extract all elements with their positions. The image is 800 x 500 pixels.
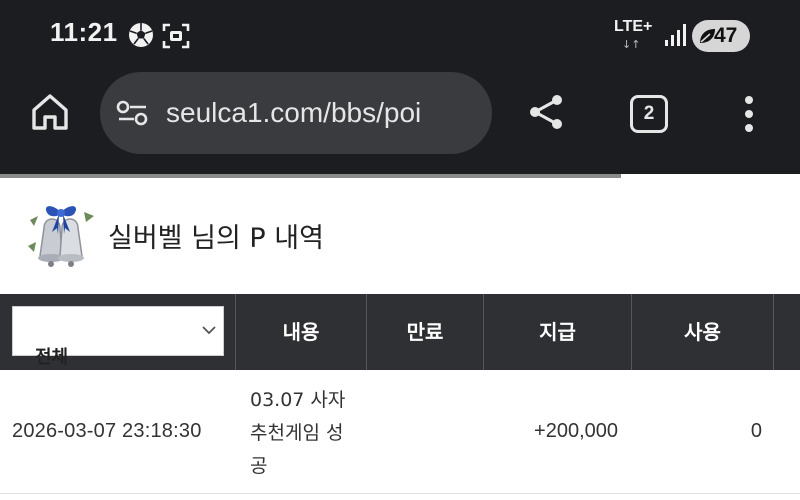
home-icon[interactable] — [28, 90, 72, 134]
filter-column: 전체 — [0, 294, 236, 370]
row-date: 2026-03-07 23:18:30 — [12, 420, 202, 442]
screen-capture-icon — [162, 23, 190, 49]
more-vert-icon[interactable] — [736, 92, 762, 136]
battery-level: 47 — [714, 24, 738, 47]
table-row: 2026-03-07 23:18:30 03.07 사자 추천게임 성공 +20… — [0, 370, 800, 494]
column-header-used: 사용 — [632, 294, 774, 370]
network-type: LTE+ — [614, 18, 653, 35]
row-content: 03.07 사자 추천게임 성공 — [250, 389, 346, 477]
site-settings-icon[interactable] — [116, 99, 150, 127]
chevron-down-icon — [202, 326, 216, 335]
filter-select[interactable]: 전체 — [12, 306, 224, 368]
tabs-icon[interactable]: 2 — [630, 95, 668, 133]
signal-icon — [665, 24, 686, 46]
share-icon[interactable] — [524, 90, 568, 134]
page-title: 실버벨 님의 P 내역 — [108, 223, 324, 254]
row-payment: +200,000 — [534, 420, 618, 442]
page-header: 실버벨 님의 P 내역 — [0, 178, 800, 294]
silver-bell-icon — [28, 206, 94, 267]
status-time: 11:21 — [50, 17, 118, 47]
soccer-ball-icon — [129, 23, 153, 47]
column-header-payment: 지급 — [484, 294, 632, 370]
battery-indicator: 47 — [692, 20, 750, 52]
column-header-expiry: 만료 — [367, 294, 484, 370]
column-header-content: 내용 — [236, 294, 367, 370]
status-bar: 11:21 LTE+ ↓↑ 47 — [0, 0, 800, 70]
row-used: 0 — [750, 420, 762, 442]
address-bar[interactable]: seulca1.com/bbs/poi — [100, 72, 492, 154]
network-activity: ↓↑ — [622, 38, 641, 51]
url-text[interactable]: seulca1.com/bbs/poi — [166, 97, 421, 129]
table-header: 전체 내용 만료 지급 사용 — [0, 294, 800, 370]
browser-toolbar: seulca1.com/bbs/poi 2 — [0, 70, 800, 174]
